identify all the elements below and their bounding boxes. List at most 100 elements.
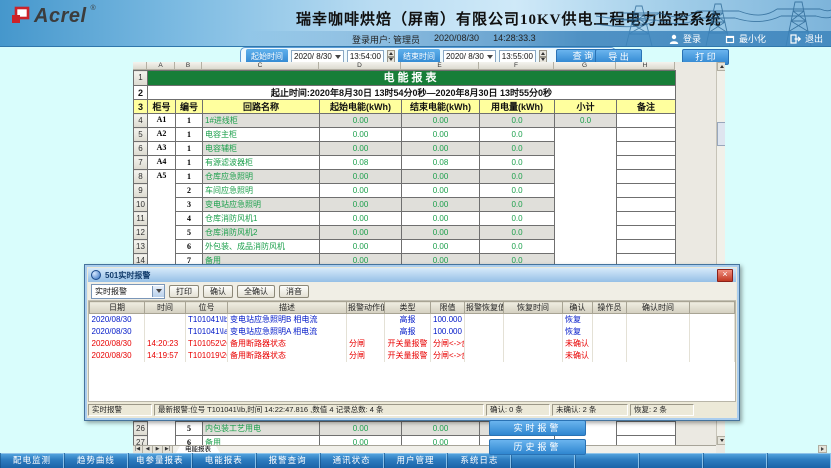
circuit-name-cell[interactable]: 电容主柜 (203, 128, 320, 142)
remark-cell[interactable] (617, 212, 676, 226)
row-number[interactable]: 9 (134, 184, 148, 198)
alarm-column-header[interactable]: 操作员 (593, 302, 627, 314)
column-header[interactable]: 用电量(kWh) (480, 100, 555, 114)
circuit-name-cell[interactable]: 仓库消防风机1 (203, 212, 320, 226)
alarm-column-header[interactable]: 位号 (186, 302, 228, 314)
circuit-name-cell[interactable]: 有源滤波器柜 (203, 156, 320, 170)
hscroll-right-arrow-icon[interactable] (818, 445, 827, 453)
row-number[interactable]: 11 (134, 212, 148, 226)
login-button[interactable]: 登录 (669, 32, 701, 45)
alarm-column-header[interactable]: 报警恢复值 (465, 302, 504, 314)
nav-item-6[interactable]: 通讯状态 (320, 453, 384, 468)
nav-item-1[interactable]: 配电监测 (0, 453, 64, 468)
report-title-cell[interactable]: 电能报表 (148, 71, 676, 86)
row-number[interactable]: 6 (134, 142, 148, 156)
circuit-name-cell[interactable]: 内包装工艺用电 (203, 422, 320, 436)
remark-cell[interactable] (617, 142, 676, 156)
alarm-row[interactable]: 2020/08/30T101041\Ia变电站应急照明A 相电流高报100.00… (90, 326, 735, 338)
alarm-row[interactable]: 2020/08/30T101041\Ib变电站应急照明B 相电流高报100.00… (90, 314, 735, 327)
next-sheet-icon[interactable]: ▶ (153, 446, 163, 453)
remark-cell[interactable] (617, 128, 676, 142)
value-cell[interactable]: 0.00 (320, 240, 402, 254)
value-cell[interactable]: 0.0 (480, 212, 555, 226)
row-number[interactable]: 7 (134, 156, 148, 170)
alarm-column-header[interactable]: 确认时间 (627, 302, 690, 314)
value-cell[interactable]: 0.00 (402, 170, 480, 184)
cabinet-cell[interactable]: A1 (148, 114, 176, 128)
row-number[interactable]: 5 (134, 128, 148, 142)
alarm-print-button[interactable]: 打印 (169, 285, 199, 298)
value-cell[interactable]: 0.0 (480, 170, 555, 184)
circuit-name-cell[interactable]: 仓库应急照明 (203, 170, 320, 184)
value-cell[interactable]: 0.00 (402, 226, 480, 240)
row-number[interactable]: 2 (134, 86, 148, 100)
circuit-name-cell[interactable]: 仓库消防风机2 (203, 226, 320, 240)
value-cell[interactable]: 0.0 (480, 128, 555, 142)
exit-button[interactable]: 退出 (790, 32, 823, 45)
value-cell[interactable]: 0.00 (402, 142, 480, 156)
cabinet-cell[interactable]: A3 (148, 142, 176, 156)
scroll-down-icon[interactable] (717, 436, 725, 445)
circuit-no-cell[interactable]: 5 (176, 226, 203, 240)
value-cell[interactable]: 0.00 (402, 212, 480, 226)
alarm-column-header[interactable] (690, 302, 735, 314)
column-header[interactable]: 回路名称 (203, 100, 320, 114)
column-header[interactable]: 备注 (617, 100, 676, 114)
alarm-menu-item-realtime[interactable]: 实时报警 (489, 420, 586, 436)
remark-cell[interactable] (617, 170, 676, 184)
circuit-no-cell[interactable]: 1 (176, 114, 203, 128)
alarm-column-header[interactable]: 描述 (228, 302, 347, 314)
alarm-column-header[interactable]: 时间 (145, 302, 186, 314)
value-cell[interactable]: 0.00 (320, 142, 402, 156)
alarm-row[interactable]: 2020/08/3014:20:23T101052\2C1备用断路器状态分闸开关… (90, 338, 735, 350)
prev-sheet-icon[interactable]: ◀ (143, 446, 153, 453)
column-letter[interactable]: H (616, 62, 675, 70)
nav-item-7[interactable]: 用户管理 (384, 453, 448, 468)
time-range-cell[interactable]: 起止时间:2020年8月30日 13时54分0秒—2020年8月30日 13时5… (148, 86, 676, 100)
column-header[interactable]: 小计 (555, 100, 617, 114)
value-cell[interactable]: 0.00 (320, 198, 402, 212)
row-number[interactable]: 10 (134, 198, 148, 212)
column-letter[interactable]: C (202, 62, 319, 70)
value-cell[interactable]: 0.0 (480, 240, 555, 254)
alarm-ack-all-button[interactable]: 全确认 (237, 285, 275, 298)
circuit-name-cell[interactable]: 外包装、成品消防风机 (203, 240, 320, 254)
value-cell[interactable]: 0.00 (320, 170, 402, 184)
value-cell[interactable]: 0.00 (402, 114, 480, 128)
column-header[interactable]: 起始电能(kWh) (320, 100, 402, 114)
circuit-no-cell[interactable]: 2 (176, 184, 203, 198)
remark-cell[interactable] (617, 184, 676, 198)
row-number[interactable]: 12 (134, 226, 148, 240)
row-number[interactable]: 26 (134, 422, 148, 436)
last-sheet-icon[interactable]: ▶| (163, 446, 173, 453)
remark-cell[interactable] (617, 198, 676, 212)
column-letter[interactable]: F (479, 62, 554, 70)
value-cell[interactable]: 0.0 (480, 198, 555, 212)
row-number[interactable]: 4 (134, 114, 148, 128)
value-cell[interactable]: 0.00 (320, 114, 402, 128)
value-cell[interactable]: 0.00 (320, 226, 402, 240)
cabinet-cell[interactable]: A4 (148, 156, 176, 170)
circuit-no-cell[interactable]: 4 (176, 212, 203, 226)
close-icon[interactable]: × (717, 269, 733, 282)
value-cell[interactable]: 0.00 (320, 212, 402, 226)
circuit-no-cell[interactable]: 6 (176, 240, 203, 254)
value-cell[interactable]: 0.00 (320, 184, 402, 198)
subtotal-cell[interactable]: 0.0 (555, 114, 617, 128)
value-cell[interactable]: 0.0 (480, 142, 555, 156)
cabinet-cell[interactable]: A5 (148, 170, 176, 268)
alarm-window-titlebar[interactable]: 501实时报警 × (88, 268, 736, 282)
alarm-menu-item-history[interactable]: 历史报警 (489, 439, 586, 455)
remark-cell[interactable] (617, 422, 676, 436)
value-cell[interactable]: 0.0 (480, 156, 555, 170)
value-cell[interactable]: 0.00 (402, 128, 480, 142)
column-header[interactable]: 编号 (176, 100, 203, 114)
alarm-column-header[interactable]: 恢复时间 (504, 302, 563, 314)
remark-cell[interactable] (617, 226, 676, 240)
remark-cell[interactable] (617, 114, 676, 128)
alarm-column-header[interactable]: 限值 (431, 302, 465, 314)
row-number[interactable]: 3 (134, 100, 148, 114)
alarm-ack-button[interactable]: 确认 (203, 285, 233, 298)
alarm-column-header[interactable]: 报警动作值 (347, 302, 385, 314)
alarm-column-header[interactable]: 日期 (90, 302, 145, 314)
